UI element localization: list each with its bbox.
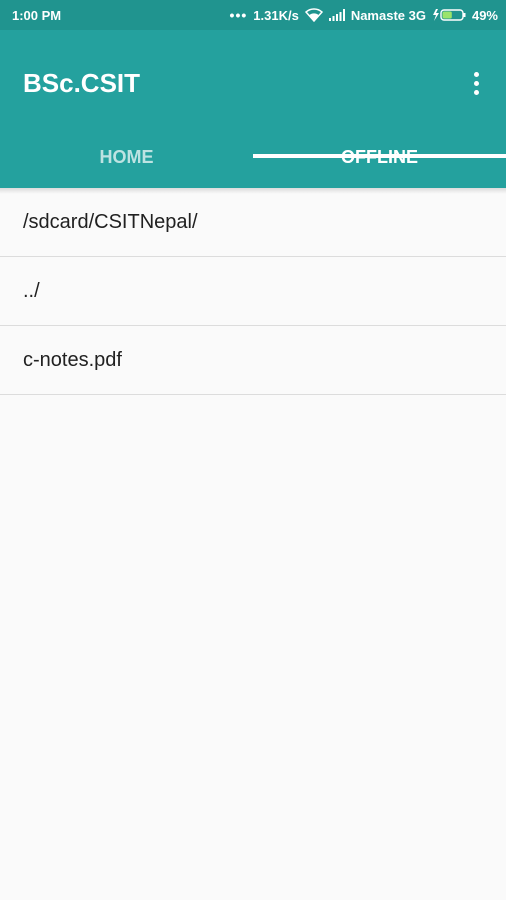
file-list: /sdcard/CSITNepal/ ../ c-notes.pdf — [0, 188, 506, 395]
battery-icon — [432, 8, 466, 22]
battery-percent: 49% — [471, 7, 498, 23]
tab-home[interactable]: HOME — [0, 126, 253, 188]
tab-indicator — [253, 154, 506, 158]
network-speed: 1.31K/s — [253, 7, 299, 23]
app-bar: BSc.CSIT HOME OFFLINE — [0, 30, 506, 188]
status-bar: 1:00 PM ••• 1.31K/s Namaste 3G 49% — [0, 0, 506, 30]
status-indicators: ••• 1.31K/s Namaste 3G 49% — [230, 7, 498, 23]
status-time: 1:00 PM — [12, 7, 62, 23]
carrier-name: Namaste 3G — [350, 7, 426, 23]
more-vert-icon[interactable] — [464, 68, 488, 98]
signal-icon — [328, 9, 345, 21]
list-item-parent-directory[interactable]: ../ — [0, 257, 506, 326]
more-notifications-icon: ••• — [229, 7, 248, 23]
app-title: BSc.CSIT — [23, 68, 141, 98]
list-item-current-path[interactable]: /sdcard/CSITNepal/ — [0, 188, 506, 257]
wifi-icon — [304, 8, 323, 22]
list-item-file[interactable]: c-notes.pdf — [0, 326, 506, 395]
